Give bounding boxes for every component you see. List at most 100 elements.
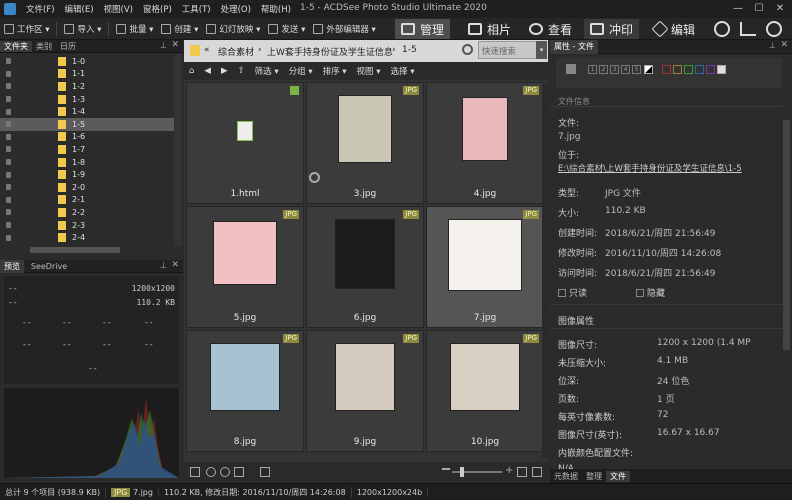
rating-box[interactable]: 2 [599, 65, 608, 74]
rating-box[interactable]: 3 [610, 65, 619, 74]
thumbnail-tile[interactable]: JPG 10.jpg [426, 330, 544, 452]
rating-box[interactable]: 4 [621, 65, 630, 74]
maximize-button[interactable]: ☐ [749, 1, 769, 17]
properties-scrollbar[interactable] [783, 120, 790, 350]
mode-edit[interactable]: 编辑 [648, 19, 701, 39]
menu-help[interactable]: 帮助(H) [256, 3, 296, 15]
hidden-box[interactable] [636, 289, 644, 297]
menu-tools[interactable]: 工具(T) [177, 3, 216, 15]
minimize-button[interactable]: — [728, 1, 748, 17]
external-editor-button[interactable]: 外部编辑器 ▾ [309, 18, 379, 40]
tab-folders[interactable]: 文件夹 [0, 40, 32, 52]
pin-icon[interactable]: ⊥ [160, 261, 167, 270]
thumbnail-view-icon[interactable] [517, 467, 527, 477]
zoom-out-icon[interactable] [442, 468, 450, 470]
menu-pane[interactable]: 窗格(P) [138, 3, 177, 15]
mode-view[interactable]: 查看 [523, 19, 578, 39]
tab-file[interactable]: 文件 [606, 470, 630, 482]
eye-refresh-icon[interactable] [766, 21, 782, 37]
mode-develop[interactable]: 冲印 [584, 19, 640, 39]
clear-rating-icon[interactable] [644, 65, 653, 74]
folder-item[interactable]: 1-4 [0, 105, 174, 118]
menu-file[interactable]: 文件(F) [21, 3, 60, 15]
close-icon[interactable]: ✕ [780, 40, 788, 50]
home-icon[interactable]: ⌂ [184, 66, 199, 76]
tree-hscrollbar[interactable] [30, 247, 120, 253]
slideshow-button[interactable]: 幻灯放映 ▾ [202, 18, 264, 40]
image-basket-icon[interactable] [190, 467, 200, 477]
import-button[interactable]: 导入 ▾ [60, 18, 105, 40]
select-menu[interactable]: 选择 ▾ [386, 65, 420, 77]
360-icon[interactable] [714, 21, 730, 37]
zoom-slider-thumb[interactable] [460, 467, 464, 477]
folder-item[interactable]: 1-0 [0, 55, 174, 68]
folder-item[interactable]: 1-9 [0, 168, 174, 181]
hidden-checkbox[interactable]: 隐藏 [636, 286, 665, 299]
mode-manage[interactable]: 管理 [395, 19, 451, 39]
rotate-right-icon[interactable] [220, 467, 230, 477]
color-label-clear[interactable] [717, 65, 726, 74]
breadcrumb-item[interactable]: 综合素材 [218, 45, 254, 58]
folder-item[interactable]: 2-4 [0, 231, 174, 244]
thumbnail-tile[interactable]: JPG 3.jpg [306, 82, 424, 204]
tab-organize[interactable]: 整理 [582, 471, 606, 482]
breadcrumb-back[interactable]: « [204, 45, 210, 55]
tree-scrollbar[interactable] [174, 54, 182, 246]
folder-item[interactable]: 1-1 [0, 68, 174, 81]
folder-item[interactable]: 1-7 [0, 143, 174, 156]
view-menu[interactable]: 视图 ▾ [352, 65, 386, 77]
menu-edit[interactable]: 编辑(E) [60, 3, 99, 15]
group-menu[interactable]: 分组 ▾ [284, 65, 318, 77]
folder-item[interactable]: 2-2 [0, 206, 174, 219]
search-input[interactable]: 快速搜索 [478, 41, 538, 59]
pin-icon[interactable]: ⊥ [160, 41, 167, 50]
filter-menu[interactable]: 筛选 ▾ [250, 65, 284, 77]
folder-item[interactable]: 2-1 [0, 194, 174, 207]
color-label-red[interactable] [662, 65, 671, 74]
workspace-button[interactable]: 工作区 ▾ [0, 18, 53, 40]
rotate-left-icon[interactable] [206, 467, 216, 477]
folder-item[interactable]: 1-6 [0, 131, 174, 144]
rating-box[interactable]: 1 [588, 65, 597, 74]
close-icon[interactable]: ✕ [171, 40, 179, 50]
folder-item[interactable]: 2-0 [0, 181, 174, 194]
send-button[interactable]: 发送 ▾ [264, 18, 309, 40]
color-label-blue[interactable] [695, 65, 704, 74]
batch-button[interactable]: 批量 ▾ [112, 18, 157, 40]
tag-checkbox[interactable] [566, 64, 576, 74]
up-icon[interactable]: ⇧ [233, 66, 250, 76]
thumbnail-tile[interactable]: JPG 4.jpg [426, 82, 544, 204]
thumbnail-tile[interactable]: JPG 6.jpg [306, 206, 424, 328]
folder-item[interactable]: 1-8 [0, 156, 174, 169]
tab-seedrive[interactable]: SeeDrive [27, 260, 71, 273]
breadcrumb-current[interactable]: 1-5 [402, 45, 417, 55]
close-button[interactable]: ✕ [770, 1, 790, 17]
dashboard-icon[interactable] [740, 22, 756, 36]
thumbnail-tile[interactable]: JPG 9.jpg [306, 330, 424, 452]
menu-process[interactable]: 处理(O) [216, 3, 256, 15]
zoom-in-icon[interactable]: + [505, 465, 513, 476]
menu-view[interactable]: 视图(V) [99, 3, 138, 15]
slideshow-icon[interactable] [260, 467, 270, 477]
readonly-checkbox[interactable]: 只读 [558, 286, 587, 299]
thumbnail-tile[interactable]: JPG 8.jpg [186, 330, 304, 452]
mode-photos[interactable]: 相片 [462, 19, 517, 39]
folder-item[interactable]: 1-2 [0, 80, 174, 93]
pin-icon[interactable]: ⊥ [769, 41, 776, 50]
thumbnail-tile[interactable]: JPG 7.jpg [426, 206, 544, 328]
refresh-icon[interactable] [462, 44, 473, 55]
thumbnail-tile[interactable]: JPG 5.jpg [186, 206, 304, 328]
color-label-green[interactable] [684, 65, 693, 74]
forward-icon[interactable]: ▶ [216, 66, 233, 76]
details-view-icon[interactable] [532, 467, 542, 477]
search-dropdown[interactable]: ▾ [536, 41, 547, 59]
open-icon[interactable] [234, 467, 244, 477]
sort-menu[interactable]: 排序 ▾ [318, 65, 352, 77]
grid-scrollbar[interactable] [542, 84, 548, 458]
close-icon[interactable]: ✕ [171, 260, 179, 270]
folder-item[interactable]: 2-3 [0, 219, 174, 232]
tab-preview[interactable]: 预览 [0, 260, 24, 273]
folder-item[interactable]: 1-5 [0, 117, 174, 131]
color-label-yellow[interactable] [673, 65, 682, 74]
folder-item[interactable]: 1-3 [0, 93, 174, 106]
